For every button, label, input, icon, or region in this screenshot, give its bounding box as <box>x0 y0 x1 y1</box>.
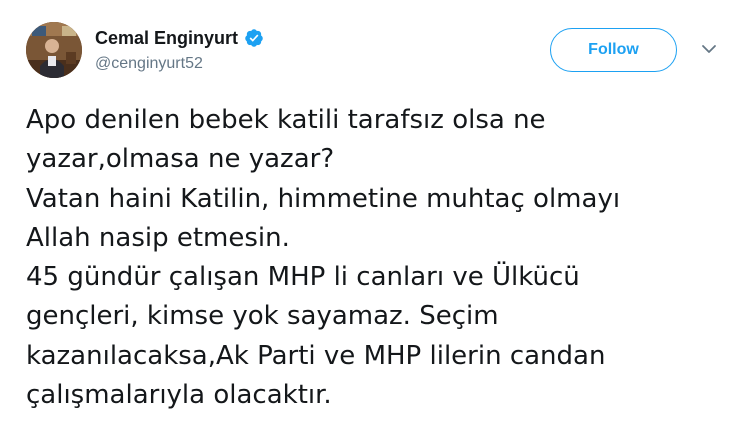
chevron-down-icon[interactable] <box>700 42 718 56</box>
tweet-text-line: Apo denilen bebek katili tarafsız olsa n… <box>26 105 546 135</box>
avatar-photo <box>26 22 82 78</box>
tweet-text-line: Allah nasip etmesin. <box>26 222 290 253</box>
tweet-text-line: çalışmalarıyla olacaktır. <box>26 380 332 411</box>
avatar[interactable] <box>26 22 82 78</box>
tweet-card: Cemal Enginyurt @cenginyurt52 Follow Apo… <box>0 0 731 428</box>
tweet-text-line: gençleri, kimse yok sayamaz. Seçim <box>26 301 499 332</box>
tweet-text-line: Vatan haini Katilin, himmetine muhtaç ol… <box>26 183 621 214</box>
tweet-text-line: kazanılacaksa,Ak Parti ve MHP lilerin ca… <box>26 340 606 371</box>
author-display-name[interactable]: Cemal Enginyurt <box>95 28 238 49</box>
tweet-text-line: yazar,olmasa ne yazar? <box>26 144 335 175</box>
tweet-text-line: 45 gündür çalışan MHP li canları ve Ülkü… <box>26 262 580 293</box>
verified-badge-icon <box>245 29 263 47</box>
tweet-text: Apo denilen bebek katili tarafsız olsa n… <box>26 101 726 415</box>
author-handle[interactable]: @cenginyurt52 <box>95 55 203 73</box>
follow-button[interactable]: Follow <box>550 28 677 72</box>
author-name-row[interactable]: Cemal Enginyurt <box>95 27 264 49</box>
